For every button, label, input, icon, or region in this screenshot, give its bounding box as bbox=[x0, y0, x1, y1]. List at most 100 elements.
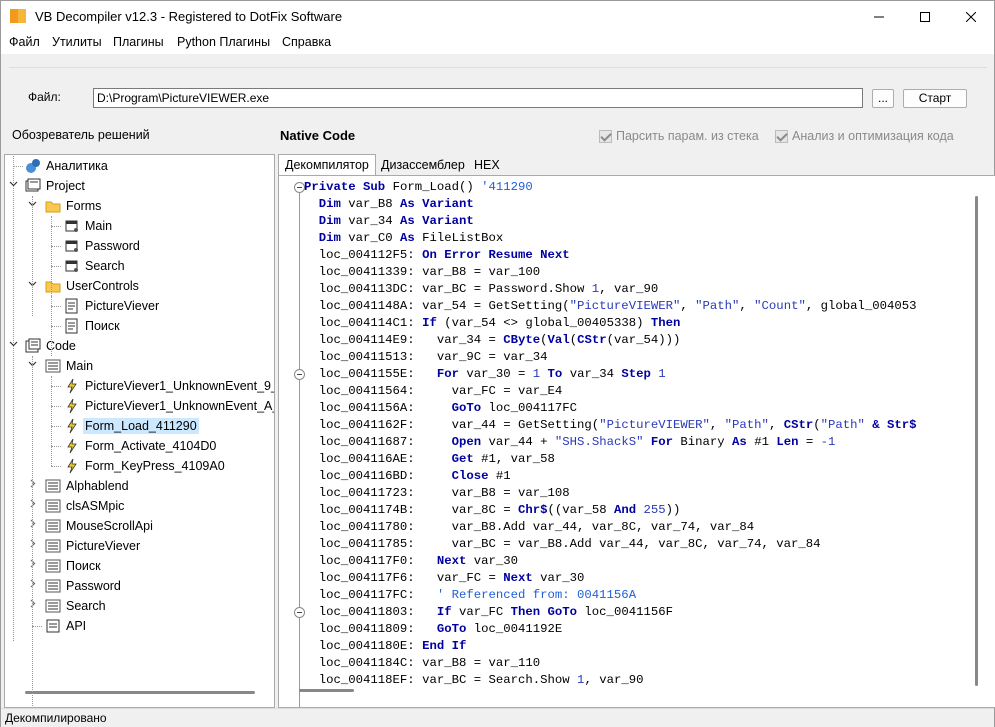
code-token: var_34 bbox=[348, 214, 400, 228]
module-icon bbox=[45, 358, 61, 374]
close-button[interactable] bbox=[948, 1, 994, 32]
tab-disassembler[interactable]: Дизассемблер bbox=[374, 154, 472, 175]
api-icon bbox=[45, 618, 61, 634]
code-line[interactable]: loc_00411687: Open var_44 + "SHS.ShackS"… bbox=[304, 434, 836, 451]
tree-item-label: Search bbox=[85, 259, 125, 273]
parse-stack-checkbox[interactable]: Парсить парам. из стека bbox=[599, 129, 759, 143]
minimize-button[interactable] bbox=[856, 1, 902, 32]
maximize-button[interactable] bbox=[902, 1, 948, 32]
code-line[interactable]: loc_0041180E: End If bbox=[304, 638, 467, 655]
tab-hex-editor[interactable]: HEX Редактор bbox=[467, 154, 535, 192]
maximize-icon bbox=[920, 11, 930, 22]
code-token: = bbox=[805, 435, 821, 449]
code-line[interactable]: loc_0041174B: var_8C = Chr$((var_58 And … bbox=[304, 502, 681, 519]
code-line[interactable]: loc_00411723: var_B8 = var_108 bbox=[304, 485, 570, 502]
start-button[interactable]: Старт bbox=[903, 89, 967, 108]
status-bar: Декомпилировано bbox=[1, 708, 994, 727]
tree-item-label: Main bbox=[85, 219, 113, 233]
code-line[interactable]: loc_00411780: var_B8.Add var_44, var_8C,… bbox=[304, 519, 754, 536]
code-token: ' Referenced from: 0041156A bbox=[436, 588, 637, 602]
tab-decompiler[interactable]: Декомпилятор bbox=[278, 154, 376, 175]
tree-connector bbox=[51, 326, 61, 327]
code-token: , global_004053 bbox=[805, 299, 917, 313]
code-vertical-scrollbar[interactable] bbox=[975, 196, 978, 686]
tree-item[interactable]: Alphablend bbox=[45, 476, 131, 496]
tree-item[interactable]: PictureViever bbox=[45, 536, 142, 556]
code-line[interactable]: loc_00411803: If var_FC Then GoTo loc_00… bbox=[304, 604, 673, 621]
tree-item[interactable]: Forms bbox=[45, 196, 103, 216]
solution-tree[interactable]: Аналитика Project Forms Main Password Search U… bbox=[4, 154, 275, 708]
code-horizontal-scrollbar[interactable] bbox=[299, 689, 354, 692]
code-line[interactable]: loc_004112F5: On Error Resume Next bbox=[304, 247, 570, 264]
tree-item[interactable]: Project bbox=[25, 176, 87, 196]
tree-connector bbox=[51, 296, 52, 356]
code-token: loc_00411687: bbox=[304, 435, 452, 449]
file-path-input[interactable]: D:\Program\PictureVIEWER.exe bbox=[93, 88, 863, 108]
tree-item-label: MouseScrollApi bbox=[66, 519, 153, 533]
menu-python-plugins[interactable]: Python Плагины bbox=[177, 35, 270, 49]
code-line[interactable]: loc_0041162F: var_44 = GetSetting("Pictu… bbox=[304, 417, 917, 434]
code-line[interactable]: loc_0041155E: For var_30 = 1 To var_34 S… bbox=[304, 366, 666, 383]
code-line[interactable]: loc_004116BD: Close #1 bbox=[304, 468, 511, 485]
code-line[interactable]: loc_00411809: GoTo loc_0041192E bbox=[304, 621, 563, 638]
code-line[interactable]: Private Sub Form_Load() '411290 bbox=[304, 179, 533, 196]
tree-connector bbox=[13, 166, 23, 167]
code-token: loc_0041180E: bbox=[304, 639, 423, 653]
code-token: (var_54 <> global_00405338) bbox=[444, 316, 651, 330]
tree-horizontal-scrollbar[interactable] bbox=[25, 691, 255, 694]
menu-file[interactable]: Файл bbox=[9, 35, 40, 49]
tree-item[interactable]: Main bbox=[64, 216, 114, 236]
menu-plugins[interactable]: Плагины bbox=[113, 35, 164, 49]
code-token: GoTo bbox=[436, 622, 474, 636]
tree-item[interactable]: UserControls bbox=[45, 276, 141, 296]
tree-item[interactable]: Поиск bbox=[64, 316, 122, 336]
code-editor[interactable]: Private Sub Form_Load() '411290 Dim var_… bbox=[278, 175, 995, 708]
code-line[interactable]: loc_004117F6: var_FC = Next var_30 bbox=[304, 570, 585, 587]
tree-item[interactable]: Поиск bbox=[45, 556, 103, 576]
tree-item[interactable]: Password bbox=[64, 236, 142, 256]
tree-item[interactable]: PictureViever1_UnknownEvent_9_ bbox=[64, 376, 274, 396]
code-token: CStr bbox=[577, 333, 607, 347]
tree-item[interactable]: PictureViever1_UnknownEvent_A_ bbox=[64, 396, 274, 416]
code-line[interactable]: loc_00411513: var_9C = var_34 bbox=[304, 349, 548, 366]
tree-item-label: PictureViever bbox=[85, 299, 160, 313]
code-line[interactable]: loc_00411564: var_FC = var_E4 bbox=[304, 383, 563, 400]
code-token: "Count" bbox=[754, 299, 806, 313]
tree-item[interactable]: Form_Load_411290 bbox=[64, 416, 199, 436]
menu-utilities[interactable]: Утилиты bbox=[52, 35, 102, 49]
code-line[interactable]: loc_004118EF: var_BC = Search.Show 1, va… bbox=[304, 672, 644, 689]
tree-item[interactable]: Password bbox=[45, 576, 123, 596]
tree-item[interactable]: Form_KeyPress_4109A0 bbox=[64, 456, 227, 476]
code-line[interactable]: Dim var_C0 As FileListBox bbox=[304, 230, 504, 247]
tree-item[interactable]: Search bbox=[45, 596, 108, 616]
tree-item[interactable]: Аналитика bbox=[25, 156, 110, 176]
code-line[interactable]: loc_0041148A: var_54 = GetSetting("Pictu… bbox=[304, 298, 917, 315]
code-line[interactable]: loc_004117F0: Next var_30 bbox=[304, 553, 518, 570]
tree-item[interactable]: Form_Activate_4104D0 bbox=[64, 436, 218, 456]
code-line[interactable]: loc_00411785: var_BC = var_B8.Add var_44… bbox=[304, 536, 821, 553]
menu-help[interactable]: Справка bbox=[282, 35, 331, 49]
code-line[interactable]: loc_004113DC: var_BC = Password.Show 1, … bbox=[304, 281, 658, 298]
code-line[interactable]: loc_004117FC: ' Referenced from: 0041156… bbox=[304, 587, 636, 604]
code-line[interactable]: loc_004114C1: If (var_54 <> global_00405… bbox=[304, 315, 681, 332]
code-line[interactable]: loc_004114E9: var_34 = CByte(Val(CStr(va… bbox=[304, 332, 681, 349]
tree-item[interactable]: Search bbox=[64, 256, 127, 276]
code-line[interactable]: loc_0041156A: GoTo loc_004117FC bbox=[304, 400, 577, 417]
module-icon bbox=[45, 598, 61, 614]
code-line[interactable]: loc_004116AE: Get #1, var_58 bbox=[304, 451, 555, 468]
code-line[interactable]: loc_0041184C: var_B8 = var_110 bbox=[304, 655, 540, 672]
fold-gutter bbox=[285, 176, 305, 707]
tree-item[interactable]: API bbox=[45, 616, 88, 636]
analysis-checkbox[interactable]: Анализ и оптимизация кода bbox=[775, 129, 954, 143]
tree-item[interactable]: PictureViever bbox=[64, 296, 161, 316]
tree-item[interactable]: MouseScrollApi bbox=[45, 516, 155, 536]
module-icon bbox=[45, 578, 61, 594]
tree-item[interactable]: Main bbox=[45, 356, 95, 376]
browse-button[interactable]: ... bbox=[872, 89, 894, 108]
code-token: , bbox=[680, 299, 696, 313]
tree-item[interactable]: clsASMpic bbox=[45, 496, 126, 516]
code-line[interactable]: Dim var_B8 As Variant bbox=[304, 196, 474, 213]
code-token: )) bbox=[665, 503, 681, 517]
code-line[interactable]: loc_00411339: var_B8 = var_100 bbox=[304, 264, 540, 281]
code-line[interactable]: Dim var_34 As Variant bbox=[304, 213, 474, 230]
